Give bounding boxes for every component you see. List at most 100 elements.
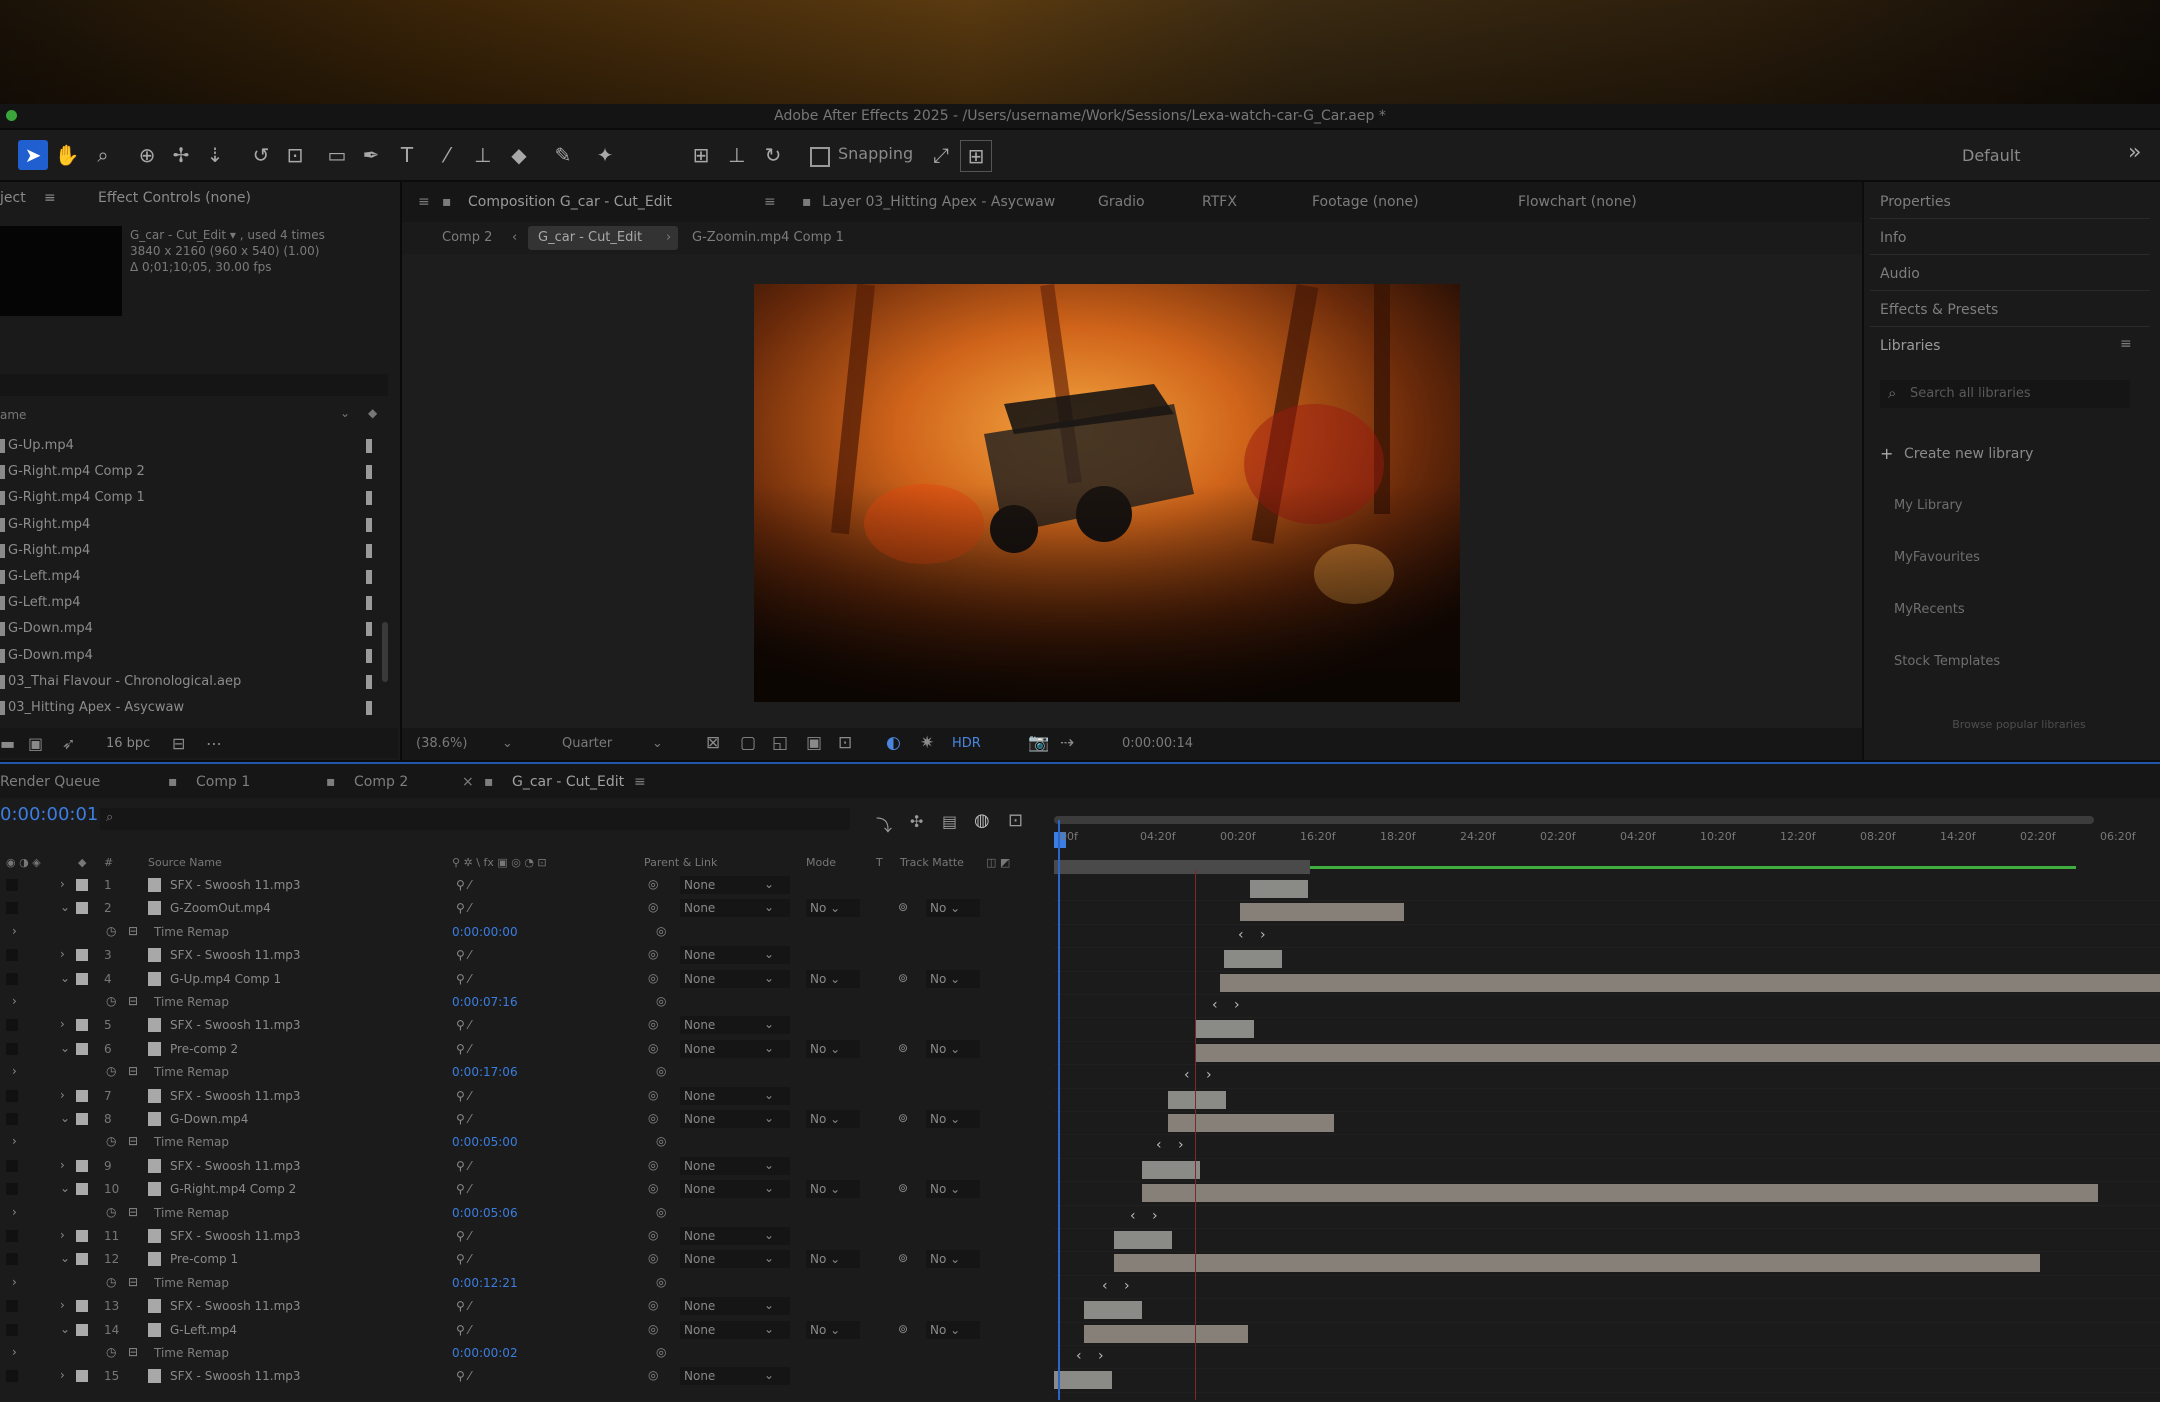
av-toggle[interactable] [6, 1230, 18, 1242]
project-item[interactable]: G-Left.mp4 [0, 591, 388, 617]
audio-layer-bar[interactable] [1142, 1160, 1200, 1179]
fast-previews-icon[interactable]: ⊠ [706, 733, 720, 753]
layer-name[interactable]: SFX - Swoosh 11.mp3 [170, 1018, 301, 1032]
parent-pickwhip-icon[interactable]: ◎ [648, 877, 658, 891]
current-time-display[interactable]: 0:00:00:14 [1122, 736, 1193, 751]
layer-name[interactable]: G-Up.mp4 Comp 1 [170, 972, 281, 986]
column-track-matte[interactable]: Track Matte [900, 856, 964, 869]
resolution-dropdown[interactable]: Quarter [562, 736, 612, 751]
frame-blending-icon[interactable]: ◍ [974, 810, 990, 831]
video-layer-bar[interactable] [1240, 903, 1404, 922]
av-toggle[interactable] [6, 1019, 18, 1032]
layer-name[interactable]: Pre-comp 2 [170, 1042, 238, 1056]
library-item[interactable]: MyRecents [1894, 602, 1965, 617]
graph-icon[interactable]: ⊟ [128, 1205, 138, 1219]
twirl-right-icon[interactable]: › [60, 877, 65, 891]
keyframe-icon[interactable]: ‹ [1184, 1067, 1190, 1083]
chevron-down-icon[interactable]: ⌄ [764, 1111, 774, 1125]
graph-icon[interactable]: ⊟ [128, 994, 138, 1008]
audio-layer-bar[interactable] [1114, 1231, 1172, 1249]
shy-switch-icon[interactable]: ⚲ ⁄ [456, 1252, 471, 1266]
workspace-overflow-icon[interactable]: » [2128, 140, 2141, 165]
mode-dropdown[interactable]: No ⌄ [806, 969, 860, 988]
zoom-dropdown[interactable]: (38.6%) [416, 736, 467, 751]
column-parent[interactable]: Parent & Link [644, 856, 717, 869]
library-item[interactable]: My Library [1894, 498, 1963, 513]
library-search-input[interactable]: ⌕ Search all libraries [1880, 380, 2130, 408]
audio-layer-bar[interactable] [1054, 1371, 1112, 1390]
expression-icon[interactable]: ◎ [656, 1205, 666, 1219]
time-remap-row[interactable]: › ◷ ⊟ Time Remap 0:00:05:06 ◎ [0, 1202, 1054, 1225]
time-remap-value[interactable]: 0:00:05:06 [452, 1206, 518, 1220]
library-item[interactable]: MyFavourites [1894, 550, 1980, 565]
tab-composition[interactable]: Composition G_car - Cut_Edit [468, 194, 672, 210]
expression-icon[interactable]: ◎ [656, 924, 666, 938]
layer-row[interactable]: › 9 SFX - Swoosh 11.mp3 ⚲ ⁄ ◎ None ⌄ [0, 1155, 1054, 1178]
label-color-icon[interactable] [76, 949, 88, 962]
shy-switch-icon[interactable]: ⚲ ⁄ [456, 1182, 471, 1196]
axis-local-icon[interactable]: ⊞ [686, 140, 716, 170]
column-name[interactable]: ame [0, 408, 26, 422]
layer-name[interactable]: G-ZoomOut.mp4 [170, 901, 271, 915]
layer-name[interactable]: Pre-comp 1 [170, 1252, 238, 1266]
chevron-left-icon[interactable]: ‹ [512, 230, 517, 245]
matte-link-icon[interactable]: ⊚ [898, 1322, 908, 1336]
shy-layers-icon[interactable]: ▤ [942, 812, 957, 831]
chevron-down-icon[interactable]: ⌄ [764, 1041, 774, 1055]
parent-pickwhip-icon[interactable]: ◎ [648, 1111, 658, 1125]
shy-switch-icon[interactable]: ⚲ ⁄ [456, 878, 471, 892]
twirl-right-icon[interactable]: › [60, 1158, 65, 1172]
composition-viewer[interactable] [754, 284, 1460, 702]
parent-pickwhip-icon[interactable]: ◎ [648, 1088, 658, 1102]
keyframe-icon[interactable]: › [1260, 927, 1266, 943]
parent-pickwhip-icon[interactable]: ◎ [648, 1181, 658, 1195]
parent-pickwhip-icon[interactable]: ◎ [648, 1228, 658, 1242]
keyframe-icon[interactable]: ‹ [1076, 1348, 1082, 1364]
mode-dropdown[interactable]: No ⌄ [806, 1320, 860, 1339]
lock-icon[interactable]: ▪ [802, 194, 812, 210]
parent-pickwhip-icon[interactable]: ◎ [648, 900, 658, 914]
stopwatch-icon[interactable]: ◷ [106, 1064, 116, 1078]
label-color-icon[interactable] [76, 1323, 88, 1336]
timeline-timecode[interactable]: 0:00:00:01 [0, 804, 98, 825]
color-channels-icon[interactable]: ◐ [886, 733, 901, 753]
mode-dropdown[interactable]: No ⌄ [806, 1250, 860, 1269]
label-color-icon[interactable] [76, 1183, 88, 1196]
new-folder-icon[interactable]: ▣ [28, 734, 43, 753]
av-toggle[interactable] [6, 1370, 18, 1383]
tab-gradio[interactable]: Gradio [1098, 194, 1145, 210]
label-color-icon[interactable] [76, 902, 88, 915]
project-item[interactable]: G-Right.mp4 [0, 539, 388, 565]
label-color-icon[interactable] [366, 570, 372, 584]
keyframe-icon[interactable]: ‹ [1212, 997, 1218, 1013]
time-remap-value[interactable]: 0:00:12:21 [452, 1276, 518, 1290]
project-item[interactable]: G-Down.mp4 [0, 644, 388, 670]
mode-dropdown[interactable]: No ⌄ [806, 899, 860, 918]
label-color-icon[interactable] [366, 648, 372, 663]
keyframe-icon[interactable]: › [1124, 1278, 1130, 1294]
label-tag-icon[interactable]: ◆ [78, 856, 86, 869]
tab-footage[interactable]: Footage (none) [1312, 194, 1419, 210]
project-scrollbar[interactable] [382, 622, 388, 682]
label-color-icon[interactable] [76, 1042, 88, 1055]
stopwatch-icon[interactable]: ◷ [106, 924, 116, 938]
plus-icon[interactable]: + [1880, 444, 1893, 463]
breadcrumb-item[interactable]: Comp 2 [442, 230, 492, 245]
keyframe-icon[interactable]: › [1152, 1208, 1158, 1224]
label-color-icon[interactable] [366, 517, 372, 532]
label-color-icon[interactable] [76, 879, 88, 891]
video-layer-bar[interactable] [1084, 1324, 1248, 1343]
menu-icon[interactable]: ≡ [2120, 336, 2132, 352]
twirl-right-icon[interactable]: › [60, 947, 65, 961]
chevron-down-icon[interactable]: ⌄ [764, 1017, 774, 1031]
shy-switch-icon[interactable]: ⚲ ⁄ [456, 972, 471, 986]
shy-switch-icon[interactable]: ⚲ ⁄ [456, 1229, 471, 1243]
column-mode[interactable]: Mode [806, 856, 836, 869]
time-remap-row[interactable]: › ◷ ⊟ Time Remap 0:00:00:00 ◎ [0, 921, 1054, 944]
timeline-search-input[interactable]: ⌕ [100, 808, 850, 830]
shy-switch-icon[interactable]: ⚲ ⁄ [456, 1299, 471, 1313]
keyframe-icon[interactable]: › [1098, 1348, 1104, 1364]
av-toggle[interactable] [6, 902, 18, 915]
chevron-right-icon[interactable]: › [666, 230, 671, 245]
tab-g-car-cut-edit[interactable]: G_car - Cut_Edit [512, 774, 624, 790]
